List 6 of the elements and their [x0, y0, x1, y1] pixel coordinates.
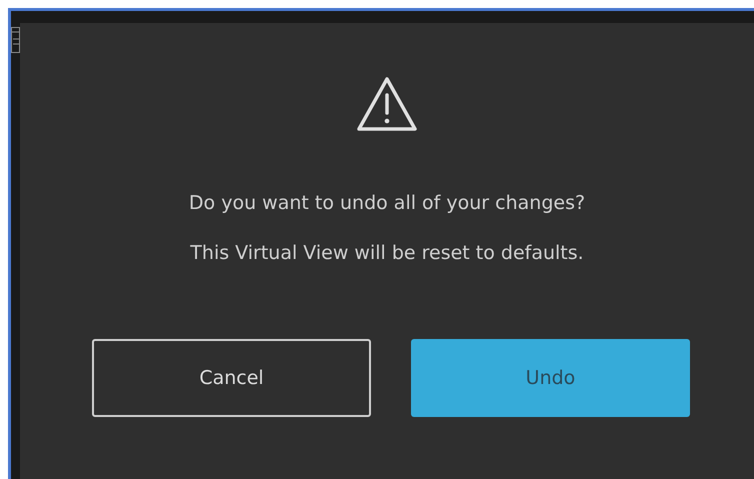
panel-icon[interactable]: [11, 27, 20, 53]
confirm-button[interactable]: Undo: [411, 339, 690, 417]
dialog-message: Do you want to undo all of your changes?: [188, 191, 586, 215]
dialog-detail: This Virtual View will be reset to defaults.: [190, 241, 584, 265]
warning-icon: [355, 75, 419, 133]
cancel-button[interactable]: Cancel: [92, 339, 371, 417]
